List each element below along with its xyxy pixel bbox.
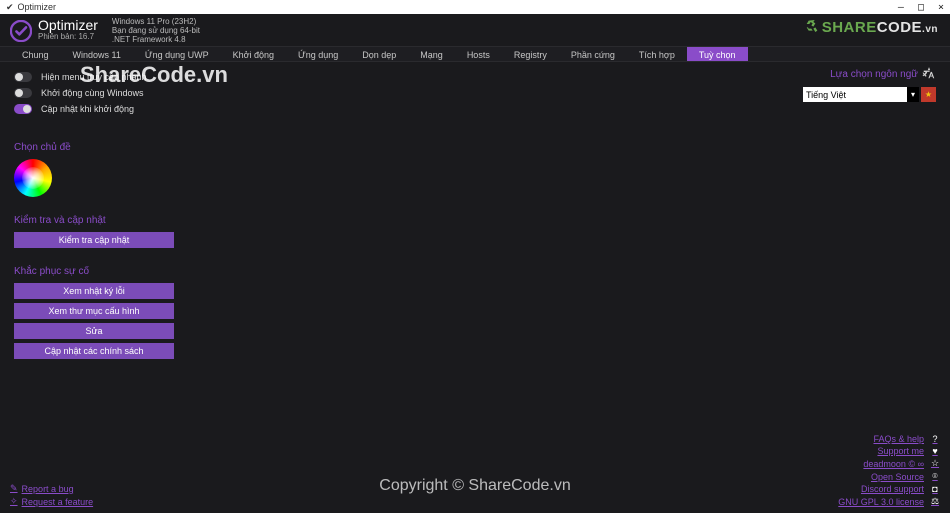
tab-phần-cứng[interactable]: Phần cứng (559, 47, 627, 61)
brand-tld: .vn (922, 24, 938, 35)
brand-right: CODE (877, 19, 922, 36)
tab-mạng[interactable]: Mạng (408, 47, 455, 61)
app-check-glyph: ✔ (6, 2, 14, 13)
app-version: Phiên bản: 16.7 (38, 33, 98, 41)
troubleshoot-button[interactable]: Sửa (14, 323, 174, 339)
footer-link-label: FAQs & help (873, 434, 924, 444)
toggle-row: Cập nhật khi khởi động (14, 104, 938, 114)
tab-tích-hợp[interactable]: Tích hợp (627, 47, 687, 61)
app-title: Optimizer (38, 18, 98, 33)
recycle-icon (804, 18, 820, 38)
footer-link-icon: ♥ (930, 446, 940, 456)
toggle-label: Khởi động cùng Windows (41, 88, 143, 98)
startup-toggles: Hiện menu truy cập nhanh Khởi động cùng W… (14, 72, 938, 114)
update-section: Kiểm tra và cập nhật Kiểm tra cập nhật (14, 215, 938, 248)
brand-watermark: SHARECODE.vn (804, 18, 938, 38)
window-maximize-button[interactable]: □ (918, 2, 924, 13)
tab-windows-11[interactable]: Windows 11 (61, 47, 133, 61)
theme-color-wheel[interactable] (14, 159, 52, 197)
update-heading: Kiểm tra và cập nhật (14, 215, 938, 226)
troubleshoot-button[interactable]: Xem thư mục cấu hình (14, 303, 174, 319)
tab-registry[interactable]: Registry (502, 47, 559, 61)
footer-link-label: GNU GPL 3.0 license (838, 497, 924, 507)
toggle-row: Hiện menu truy cập nhanh (14, 72, 938, 82)
tab-hosts[interactable]: Hosts (455, 47, 502, 61)
footer-link-icon: ☆ (930, 458, 940, 469)
footer-link[interactable]: Support me ♥ (838, 446, 940, 456)
footer-link-icon: ⌾ (930, 471, 940, 482)
toggle-label: Cập nhật khi khởi động (41, 104, 134, 114)
language-heading: Lựa chọn ngôn ngữ (830, 66, 936, 83)
app-body: Optimizer Phiên bản: 16.7 Windows 11 Pro… (0, 14, 950, 513)
troubleshoot-heading: Khắc phục sự cố (14, 266, 938, 277)
theme-heading: Chọn chủ đề (14, 142, 938, 153)
tab-chung[interactable]: Chung (10, 47, 61, 61)
footer-link-label: Open Source (871, 472, 924, 482)
report-bug-label: Report a bug (22, 484, 74, 494)
sysinfo-dotnet: .NET Framework 4.8 (112, 36, 200, 45)
window-close-button[interactable]: × (938, 2, 944, 13)
language-area: Lựa chọn ngôn ngữ Tiếng Việt ▾ ★ (803, 66, 936, 102)
request-feature-label: Request a feature (22, 497, 94, 507)
tab-ứng-dụng-uwp[interactable]: Ứng dụng UWP (133, 47, 221, 61)
flag-vietnam-icon: ★ (921, 87, 936, 102)
tab-dọn-dẹp[interactable]: Dọn dẹp (350, 47, 408, 61)
footer-link-icon: ? (930, 434, 940, 444)
toggle-label: Hiện menu truy cập nhanh (41, 72, 147, 82)
app-header: Optimizer Phiên bản: 16.7 Windows 11 Pro… (0, 14, 950, 46)
footer-link[interactable]: Discord support ◘ (838, 484, 940, 494)
language-dropdown-button[interactable]: ▾ (907, 87, 919, 102)
language-selected-value: Tiếng Việt (806, 90, 846, 100)
tab-ứng-dụng[interactable]: Ứng dụng (286, 47, 350, 61)
pencil-icon: ✎ (10, 483, 18, 494)
bottom-right-links: FAQs & help? Support me ♥ deadmoon © ∞ ☆ Open… (838, 432, 940, 507)
os-window-title: Optimizer (18, 2, 57, 12)
tab-khởi-động[interactable]: Khởi động (221, 47, 286, 61)
sparkle-icon: ✧ (10, 496, 18, 507)
toggle-row: Khởi động cùng Windows (14, 88, 938, 98)
window-minimize-button[interactable]: — (898, 2, 904, 13)
footer-link-icon: ◘ (930, 484, 940, 494)
language-heading-text: Lựa chọn ngôn ngữ (830, 69, 918, 80)
check-update-button[interactable]: Kiểm tra cập nhật (14, 232, 174, 248)
footer-link[interactable]: GNU GPL 3.0 license ⚖ (838, 496, 940, 507)
tab-tuỳ-chọn[interactable]: Tuỳ chọn (687, 47, 748, 61)
request-feature-link[interactable]: ✧ Request a feature (10, 496, 93, 507)
brand-left: SHARE (822, 19, 877, 36)
app-logo-check-icon (10, 20, 32, 42)
toggle-switch[interactable] (14, 72, 32, 82)
footer-link[interactable]: deadmoon © ∞ ☆ (838, 458, 940, 469)
os-titlebar: ✔ Optimizer — □ × (0, 0, 950, 14)
theme-section: Chọn chủ đề (14, 142, 938, 197)
translate-icon (922, 66, 936, 83)
tab-bar: ChungWindows 11Ứng dụng UWPKhởi độngỨng … (0, 46, 950, 62)
toggle-switch[interactable] (14, 88, 32, 98)
toggle-switch[interactable] (14, 104, 32, 114)
footer-link-label: Discord support (861, 484, 924, 494)
footer-link-label: Support me (877, 446, 924, 456)
main-pane: Hiện menu truy cập nhanh Khởi động cùng W… (0, 62, 950, 513)
report-bug-link[interactable]: ✎ Report a bug (10, 483, 93, 494)
footer-link[interactable]: Open Source ⌾ (838, 471, 940, 482)
troubleshoot-button[interactable]: Cập nhật các chính sách (14, 343, 174, 359)
footer-link-icon: ⚖ (930, 496, 940, 507)
language-select[interactable]: Tiếng Việt (803, 87, 907, 102)
troubleshoot-button[interactable]: Xem nhật ký lỗi (14, 283, 174, 299)
bottom-left-links: ✎ Report a bug ✧ Request a feature (10, 481, 93, 507)
troubleshoot-section: Khắc phục sự cố Xem nhật ký lỗi Xem thư m… (14, 266, 938, 359)
footer-link[interactable]: FAQs & help? (838, 434, 940, 444)
footer-link-label: deadmoon © ∞ (863, 459, 924, 469)
